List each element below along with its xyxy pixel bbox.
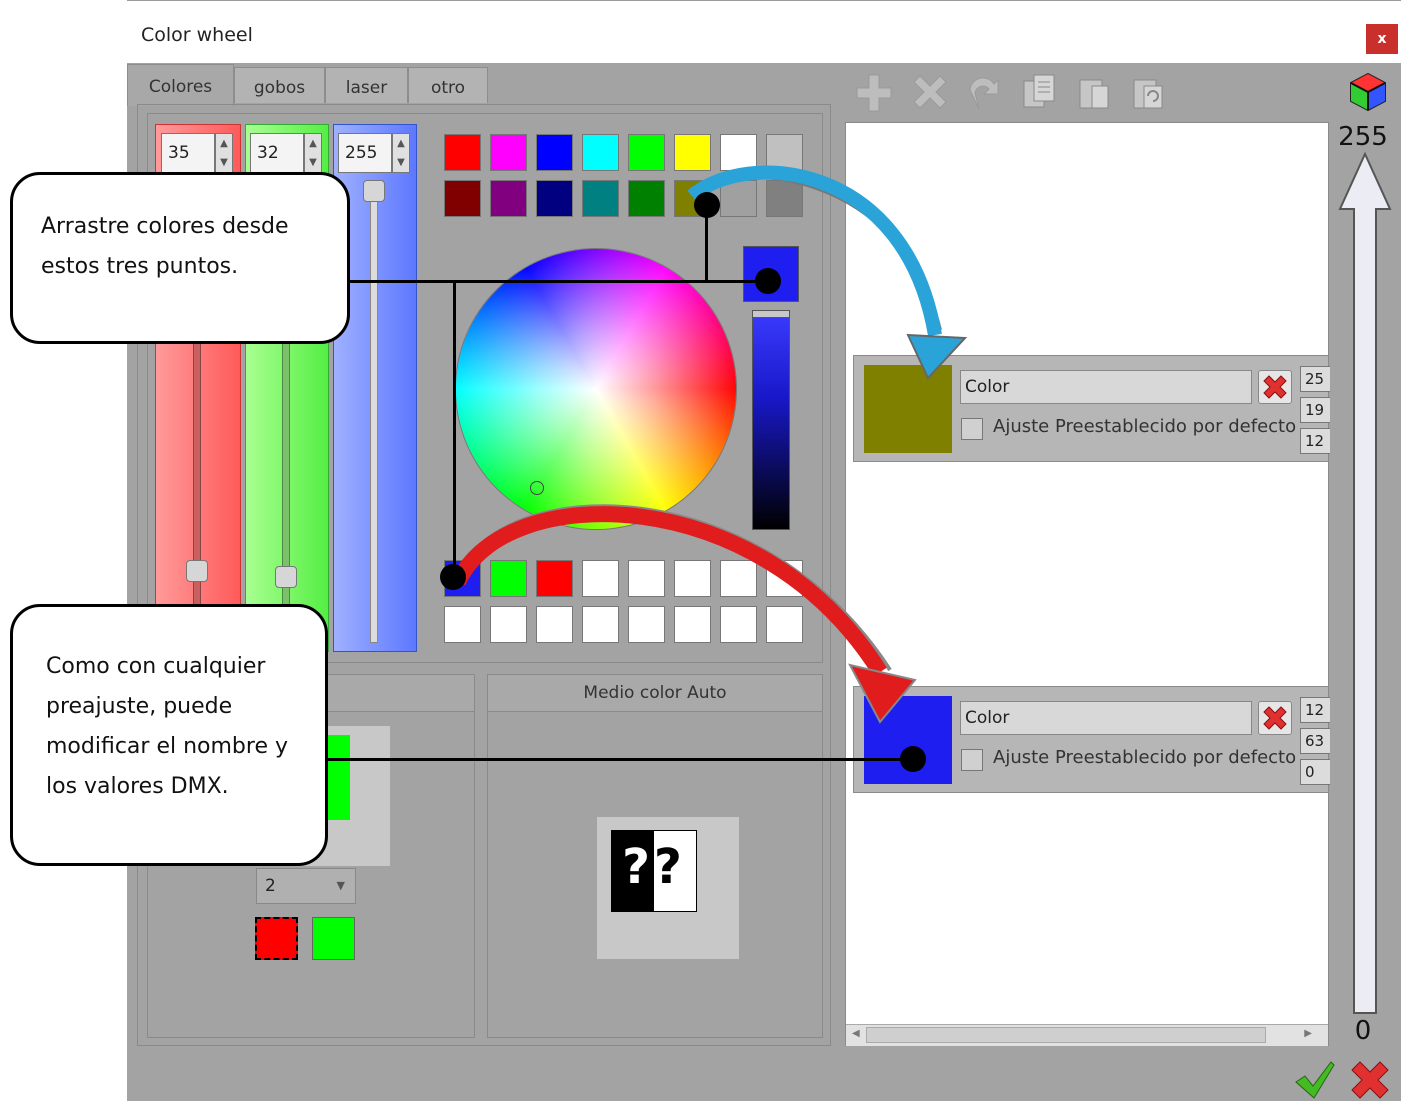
annotation-arrows [450, 165, 968, 724]
callout-edit-preset: Como con cualquier preajuste, puede modi… [10, 604, 328, 866]
edit-point-marker [900, 746, 926, 772]
drag-point-marker [694, 192, 720, 218]
drag-point-marker [440, 564, 466, 590]
callout-drag-text: Arrastre colores desde estos tres puntos… [41, 214, 289, 279]
callout-drag-colors: Arrastre colores desde estos tres puntos… [10, 172, 350, 344]
callout-edit-text: Como con cualquier preajuste, puede modi… [46, 654, 288, 799]
drag-point-marker [755, 268, 781, 294]
